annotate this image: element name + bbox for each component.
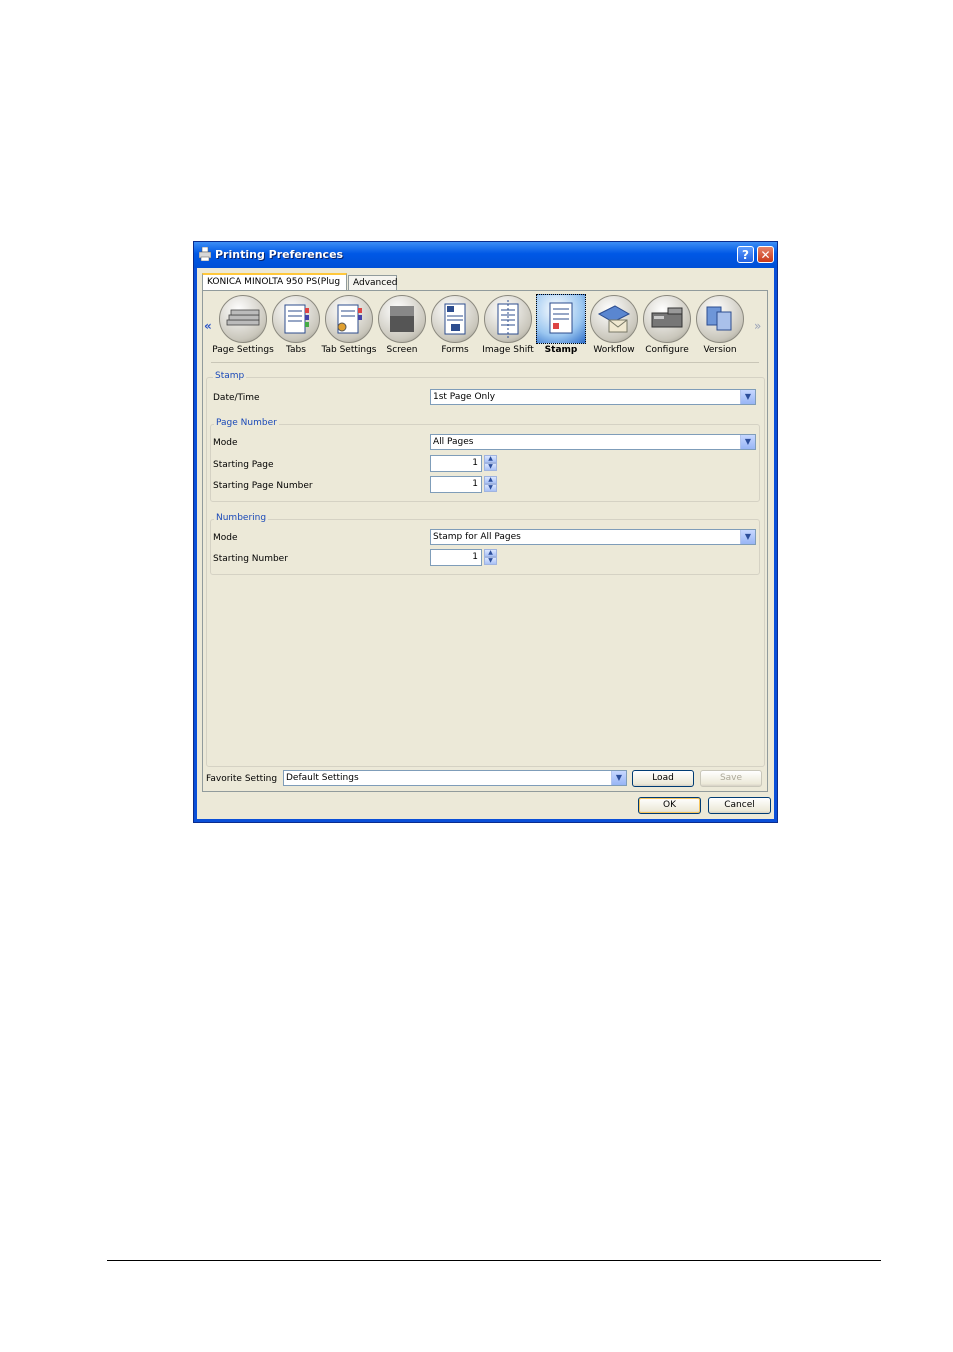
starting-number-input[interactable]: 1 (430, 549, 482, 566)
favorite-setting-select[interactable]: Default Settings ▼ (283, 770, 627, 786)
save-button[interactable]: Save (700, 770, 762, 787)
numbering-mode-value: Stamp for All Pages (433, 532, 521, 542)
date-time-label: Date/Time (213, 393, 260, 403)
starting-number-label: Starting Number (213, 554, 288, 564)
stepper-down-icon[interactable]: ▼ (484, 557, 497, 565)
toolbar-separator (211, 362, 759, 363)
chevron-down-icon: ▼ (611, 771, 626, 785)
starting-number-stepper[interactable]: ▲ ▼ (484, 549, 497, 566)
ok-button[interactable]: OK (638, 797, 701, 814)
toolbar-forms[interactable]: Forms (430, 295, 480, 357)
help-button[interactable]: ? (737, 246, 754, 263)
toolbar-tab-settings[interactable]: Tab Settings (321, 295, 377, 357)
numbering-mode-label: Mode (213, 533, 238, 543)
dialog-client-area: KONICA MINOLTA 950 PS(Plug Advanced « » … (197, 268, 774, 819)
numbering-group (210, 519, 760, 575)
toolbar-workflow[interactable]: Workflow (589, 295, 639, 357)
tab-settings-icon (325, 295, 373, 343)
starting-page-label: Starting Page (213, 460, 274, 470)
configure-icon (643, 295, 691, 343)
numbering-group-label: Numbering (214, 513, 269, 523)
toolbar-stamp[interactable]: Stamp (536, 294, 586, 357)
stepper-up-icon[interactable]: ▲ (484, 455, 497, 463)
close-button[interactable]: ✕ (757, 246, 774, 263)
page-number-mode-value: All Pages (433, 437, 474, 447)
load-button[interactable]: Load (632, 770, 694, 787)
image-shift-icon (484, 295, 532, 343)
stepper-down-icon[interactable]: ▼ (484, 463, 497, 471)
tabs-icon (272, 295, 320, 343)
starting-page-input[interactable]: 1 (430, 455, 482, 472)
toolbar-label: Version (703, 345, 737, 355)
starting-page-number-label: Starting Page Number (213, 481, 313, 491)
toolbar-image-shift[interactable]: Image Shift (482, 295, 534, 357)
stepper-up-icon[interactable]: ▲ (484, 476, 497, 484)
starting-page-stepper[interactable]: ▲ ▼ (484, 455, 497, 472)
date-time-value: 1st Page Only (433, 392, 496, 402)
page-number-group-label: Page Number (214, 418, 279, 428)
chevron-down-icon: ▼ (740, 530, 755, 544)
stepper-down-icon[interactable]: ▼ (484, 484, 497, 492)
workflow-icon (590, 295, 638, 343)
page-number-mode-label: Mode (213, 438, 238, 448)
screen-icon (378, 295, 426, 343)
scroll-left-arrow[interactable]: « (204, 319, 212, 333)
title-bar[interactable]: Printing Preferences ? ✕ (194, 242, 777, 268)
date-time-select[interactable]: 1st Page Only ▼ (430, 389, 756, 405)
stamp-icon (536, 294, 586, 344)
scroll-right-arrow[interactable]: » (754, 319, 761, 333)
toolbar-screen[interactable]: Screen (377, 295, 427, 357)
favorite-setting-value: Default Settings (286, 773, 359, 783)
starting-page-number-stepper[interactable]: ▲ ▼ (484, 476, 497, 493)
forms-icon (431, 295, 479, 343)
page-settings-icon (219, 295, 267, 343)
cancel-button[interactable]: Cancel (708, 797, 771, 814)
toolbar-page-settings[interactable]: Page Settings (212, 295, 274, 357)
numbering-mode-select[interactable]: Stamp for All Pages ▼ (430, 529, 756, 545)
tab-advanced[interactable]: Advanced (348, 275, 397, 291)
printing-preferences-window: Printing Preferences ? ✕ KONICA MINOLTA … (193, 241, 778, 823)
toolbar-configure[interactable]: Configure (642, 295, 692, 357)
toolbar-version[interactable]: Version (695, 295, 745, 357)
stamp-group-label: Stamp (213, 371, 247, 381)
printer-icon (199, 247, 211, 261)
window-title: Printing Preferences (215, 248, 344, 261)
chevron-down-icon: ▼ (740, 435, 755, 449)
toolbar-tabs[interactable]: Tabs (271, 295, 321, 357)
chevron-down-icon: ▼ (740, 390, 755, 404)
starting-page-number-input[interactable]: 1 (430, 476, 482, 493)
version-icon (696, 295, 744, 343)
page-footer-rule (107, 1260, 881, 1261)
stepper-up-icon[interactable]: ▲ (484, 549, 497, 557)
tab-panel: « » Page Settings Tabs Tab Settings Scre… (202, 290, 768, 792)
favorite-setting-label: Favorite Setting (206, 774, 278, 784)
page-number-mode-select[interactable]: All Pages ▼ (430, 434, 756, 450)
